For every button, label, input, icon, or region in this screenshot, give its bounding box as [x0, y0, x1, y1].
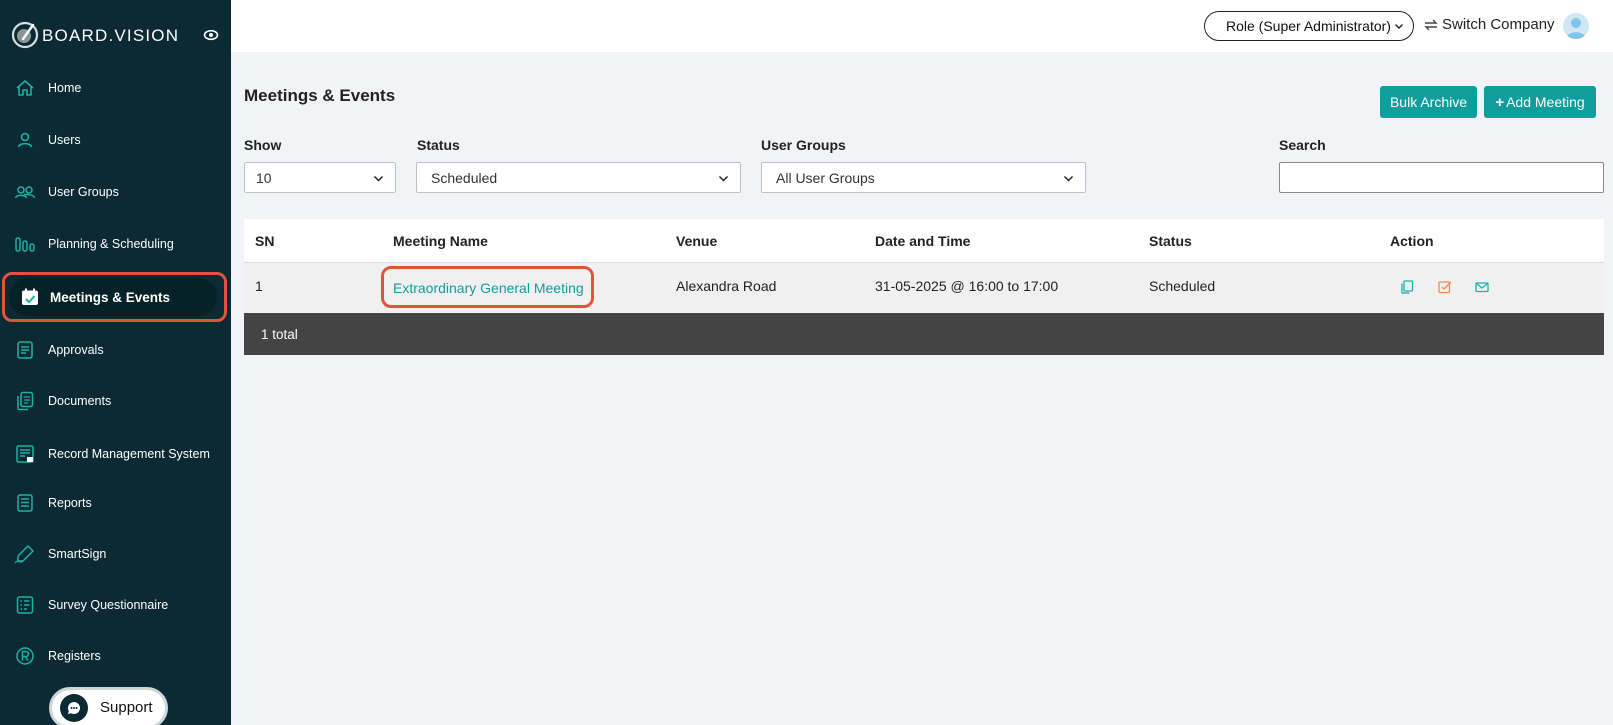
support-label: Support [100, 699, 153, 716]
approvals-icon [14, 339, 36, 361]
board-vision-logo-icon [11, 21, 39, 49]
chevron-down-icon [718, 175, 729, 182]
sidebar-item-label: Approvals [48, 342, 104, 357]
total-count: 1 total [261, 327, 298, 342]
bulk-archive-button[interactable]: Bulk Archive [1380, 86, 1477, 118]
header-status: Status [1149, 233, 1192, 249]
sidebar-item-users[interactable]: Users [0, 114, 231, 166]
mail-icon[interactable] [1475, 280, 1489, 294]
sidebar-item-label: Survey Questionnaire [48, 597, 169, 612]
sidebar-item-user-groups[interactable]: User Groups [0, 166, 231, 218]
sidebar-item-record-management[interactable]: Record Management System [0, 428, 231, 480]
status-value: Scheduled [431, 169, 498, 186]
role-select[interactable]: Role (Super Administrator) [1204, 11, 1414, 41]
sidebar-item-label: Meetings & Events [50, 289, 171, 305]
record-management-icon [14, 443, 36, 465]
calendar-check-icon [19, 286, 41, 308]
status-label: Status [417, 137, 460, 153]
sidebar-item-approvals[interactable]: Approvals [0, 324, 231, 376]
chevron-down-icon [1395, 24, 1403, 29]
header-action: Action [1390, 233, 1434, 249]
support-button[interactable]: Support [49, 687, 168, 725]
header-venue: Venue [676, 233, 718, 249]
sidebar-item-smartsign[interactable]: SmartSign [0, 528, 231, 580]
documents-icon [14, 390, 36, 412]
planning-icon [14, 233, 36, 255]
home-icon [14, 77, 36, 99]
sidebar-item-label: Home [48, 80, 82, 95]
show-value: 10 [256, 169, 272, 186]
header-meeting-name: Meeting Name [393, 233, 488, 249]
plus-icon: + [1495, 93, 1505, 111]
brand-name: BOARD.VISION [42, 26, 180, 45]
registered-icon [14, 645, 36, 667]
sidebar-item-reports[interactable]: Reports [0, 477, 231, 529]
chevron-down-icon [1063, 175, 1074, 182]
sidebar-item-label: Record Management System [48, 446, 210, 461]
cell-venue: Alexandra Road [676, 278, 777, 294]
eye-icon[interactable] [203, 27, 219, 43]
sidebar-item-label: SmartSign [48, 546, 107, 561]
sidebar-item-documents[interactable]: Documents [0, 375, 231, 427]
smartsign-icon [14, 543, 36, 565]
avatar[interactable] [1563, 13, 1589, 39]
meeting-name-highlight: Extraordinary General Meeting [381, 266, 594, 308]
sidebar-item-home[interactable]: Home [0, 62, 231, 114]
cell-status: Scheduled [1149, 278, 1216, 294]
sidebar-item-planning-scheduling[interactable]: Planning & Scheduling [0, 218, 231, 270]
sidebar-item-label: Reports [48, 495, 92, 510]
show-label: Show [244, 137, 282, 153]
table-footer: 1 total [244, 313, 1604, 355]
sidebar-item-label: Registers [48, 648, 101, 663]
brand-logo[interactable]: BOARD.VISION [0, 0, 231, 68]
user-avatar-icon [1566, 18, 1586, 39]
user-groups-select[interactable]: All User Groups [761, 162, 1086, 193]
user-groups-value: All User Groups [776, 169, 875, 186]
edit-check-icon[interactable] [1438, 280, 1452, 294]
sidebar-item-label: Planning & Scheduling [48, 236, 174, 251]
meeting-name-link[interactable]: Extraordinary General Meeting [393, 280, 584, 296]
search-input[interactable] [1279, 162, 1604, 193]
sidebar-item-label: Documents [48, 393, 112, 408]
survey-icon [14, 594, 36, 616]
add-meeting-button[interactable]: + Add Meeting [1484, 86, 1596, 118]
sidebar-item-survey-questionnaire[interactable]: Survey Questionnaire [0, 579, 231, 631]
sidebar: BOARD.VISION Home Users User Groups Plan… [0, 0, 231, 725]
chat-icon [60, 694, 88, 722]
sidebar-item-label: User Groups [48, 184, 119, 199]
user-icon [14, 129, 36, 151]
table-header: SN Meeting Name Venue Date and Time Stat… [244, 219, 1604, 262]
status-select[interactable]: Scheduled [416, 162, 741, 193]
user-groups-icon [14, 181, 36, 203]
user-groups-label: User Groups [761, 137, 846, 153]
switch-company-link[interactable]: Switch Company [1442, 16, 1555, 33]
add-meeting-label: Add Meeting [1506, 94, 1585, 110]
sidebar-item-label: Users [48, 132, 81, 147]
cell-sn: 1 [255, 278, 263, 294]
chevron-down-icon [373, 175, 384, 182]
role-label: Role (Super Administrator) [1226, 18, 1391, 34]
page-title: Meetings & Events [244, 86, 396, 105]
header-sn: SN [255, 233, 275, 249]
switch-arrows-icon[interactable] [1423, 17, 1439, 33]
sidebar-item-registers[interactable]: Registers [0, 630, 231, 682]
cell-date-time: 31-05-2025 @ 16:00 to 17:00 [875, 278, 1059, 294]
show-select[interactable]: 10 [244, 162, 396, 193]
copy-icon[interactable] [1400, 280, 1414, 294]
header-date-time: Date and Time [875, 233, 971, 249]
search-label: Search [1279, 137, 1326, 153]
reports-icon [14, 492, 36, 514]
table-row: 1 Extraordinary General Meeting Alexandr… [244, 262, 1604, 312]
sidebar-item-meetings-events[interactable]: Meetings & Events [2, 272, 227, 322]
